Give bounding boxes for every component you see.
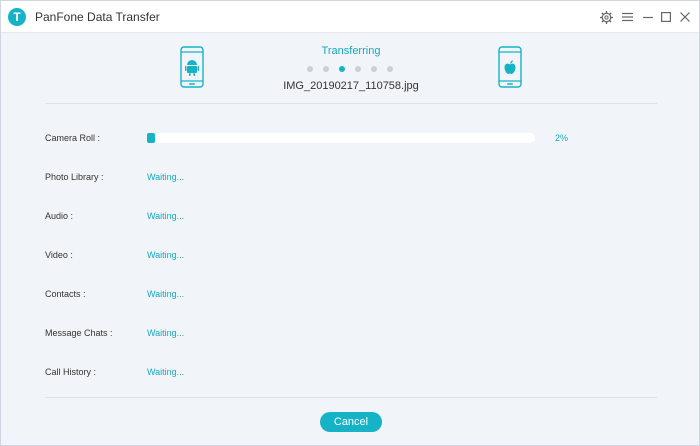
transfer-status-label: Transferring: [321, 45, 381, 57]
category-label: Call History :: [45, 367, 97, 377]
app-window: T PanFone Data Transfer Transferring IMG…: [0, 0, 700, 446]
step-dot-active: [339, 66, 345, 72]
progress-bar: [147, 133, 535, 143]
minimize-icon[interactable]: [640, 9, 656, 25]
step-dot: [307, 66, 313, 72]
cancel-button[interactable]: Cancel: [320, 412, 382, 432]
category-row-camera-roll: Camera Roll : 2%: [1, 130, 699, 150]
current-file-name: IMG_20190217_110758.jpg: [283, 80, 419, 92]
close-icon[interactable]: [677, 9, 693, 25]
category-status: Waiting...: [147, 211, 185, 221]
progress-percent: 2%: [555, 133, 569, 143]
step-dot: [323, 66, 329, 72]
category-status: Waiting...: [147, 328, 185, 338]
app-logo-icon: T: [8, 8, 26, 26]
category-row-contacts: Contacts : Waiting...: [1, 286, 699, 306]
app-title: PanFone Data Transfer: [35, 10, 160, 24]
category-row-photo-library: Photo Library : Waiting...: [1, 169, 699, 189]
category-status: Waiting...: [147, 172, 185, 182]
category-row-video: Video : Waiting...: [1, 247, 699, 267]
step-dots: [307, 66, 393, 72]
step-dot: [355, 66, 361, 72]
category-label: Audio :: [45, 211, 74, 221]
category-label: Photo Library :: [45, 172, 104, 182]
category-row-audio: Audio : Waiting...: [1, 208, 699, 228]
category-row-call-history: Call History : Waiting...: [1, 364, 699, 384]
category-label: Camera Roll :: [45, 133, 101, 143]
category-label: Contacts :: [45, 289, 86, 299]
category-status: Waiting...: [147, 367, 185, 377]
progress-bar-fill: [147, 133, 155, 143]
category-label: Video :: [45, 250, 73, 260]
maximize-icon[interactable]: [658, 9, 674, 25]
transfer-header: Transferring IMG_20190217_110758.jpg: [1, 33, 699, 103]
category-status: Waiting...: [147, 289, 185, 299]
title-bar: T PanFone Data Transfer: [1, 1, 699, 33]
footer-divider: [45, 397, 657, 398]
step-dot: [371, 66, 377, 72]
step-dot: [387, 66, 393, 72]
android-phone-icon: [180, 46, 204, 93]
category-label: Message Chats :: [45, 328, 113, 338]
category-status: Waiting...: [147, 250, 185, 260]
menu-icon[interactable]: [619, 9, 635, 25]
category-row-message-chats: Message Chats : Waiting...: [1, 325, 699, 345]
apple-phone-icon: [498, 46, 522, 93]
gear-icon[interactable]: [598, 9, 614, 25]
header-divider: [45, 103, 657, 104]
